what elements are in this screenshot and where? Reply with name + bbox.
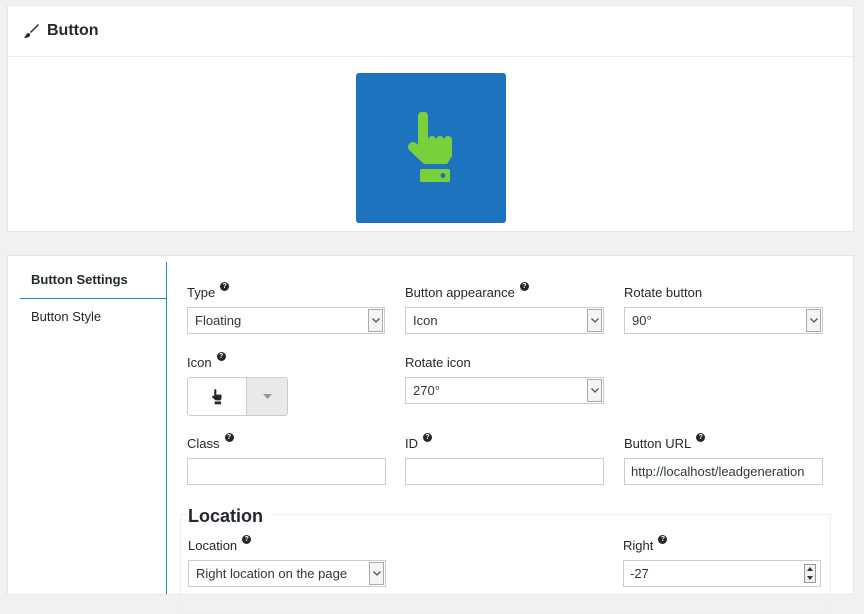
rotate-button-value: 90° [632, 313, 652, 328]
chevron-down-icon [369, 562, 384, 585]
rotate-icon-select[interactable]: 270° [405, 377, 604, 404]
location-value: Right location on the page [196, 566, 348, 581]
location-label: Location [188, 538, 238, 553]
panel-header: Button [8, 6, 853, 57]
icon-label: Icon [187, 355, 212, 370]
id-input[interactable] [405, 458, 604, 485]
class-label: Class [187, 436, 220, 451]
type-select[interactable]: Floating [187, 307, 385, 334]
right-value: -27 [630, 566, 649, 581]
chevron-down-icon [368, 309, 383, 332]
help-icon[interactable]: ? [224, 433, 234, 442]
help-icon[interactable]: ? [519, 282, 529, 291]
button-url-label: Button URL [624, 436, 692, 451]
chevron-down-icon [806, 309, 821, 332]
location-field: Location? Right location on the page [188, 535, 386, 587]
appearance-select[interactable]: Icon [405, 307, 604, 334]
settings-tabs: Button Settings Button Style [20, 262, 166, 335]
icon-field: Icon? [187, 352, 297, 416]
rotate-button-select[interactable]: 90° [624, 307, 823, 334]
help-icon[interactable]: ? [220, 282, 230, 291]
brush-icon [24, 24, 39, 38]
right-label: Right [623, 538, 654, 553]
icon-picker[interactable] [187, 377, 288, 416]
page-title: Button [47, 22, 99, 39]
help-icon[interactable]: ? [696, 433, 706, 442]
chevron-down-icon [587, 309, 602, 332]
id-label: ID [405, 436, 418, 451]
number-stepper[interactable] [804, 564, 816, 583]
rotate-icon-label: Rotate icon [405, 355, 471, 370]
tab-button-settings[interactable]: Button Settings [20, 262, 166, 299]
appearance-field: Button appearance? Icon [405, 282, 604, 334]
icon-picker-selected[interactable] [188, 378, 247, 415]
caret-down-icon [262, 394, 272, 399]
preview-area [356, 73, 506, 223]
rotate-icon-value: 270° [413, 383, 440, 398]
class-input[interactable] [187, 458, 386, 485]
tab-button-style[interactable]: Button Style [20, 299, 166, 335]
icon-picker-dropdown[interactable] [247, 378, 287, 415]
class-field: Class? [187, 433, 386, 485]
rotate-button-field: Rotate button 90° [624, 285, 823, 334]
stepper-up-icon[interactable] [807, 567, 813, 572]
stepper-down-icon[interactable] [807, 575, 813, 580]
tab-divider [166, 262, 167, 594]
button-url-input[interactable]: http://localhost/leadgeneration [624, 458, 823, 485]
appearance-value: Icon [413, 313, 438, 328]
right-field: Right? -27 [623, 535, 821, 587]
location-select[interactable]: Right location on the page [188, 560, 386, 587]
help-icon[interactable]: ? [658, 535, 668, 544]
id-field: ID? [405, 433, 604, 485]
chevron-down-icon [587, 379, 602, 402]
help-icon[interactable]: ? [423, 433, 432, 442]
appearance-label: Button appearance [405, 285, 515, 300]
button-preview-panel: Button [7, 5, 854, 232]
button-url-field: Button URL? http://localhost/leadgenerat… [624, 433, 823, 485]
hand-pointer-icon [408, 112, 452, 182]
right-number-input[interactable]: -27 [623, 560, 821, 587]
hand-pointer-icon [212, 388, 222, 404]
help-icon[interactable]: ? [216, 352, 226, 361]
type-label: Type [187, 285, 216, 300]
rotate-icon-field: Rotate icon 270° [405, 355, 604, 404]
type-field: Type? Floating [187, 282, 385, 334]
settings-panel: Button Settings Button Style Type? Float… [7, 255, 854, 614]
location-heading: Location [188, 506, 271, 527]
rotate-button-label: Rotate button [624, 285, 703, 300]
preview-button[interactable] [356, 73, 506, 223]
help-icon[interactable]: ? [242, 535, 252, 544]
type-value: Floating [195, 313, 242, 328]
